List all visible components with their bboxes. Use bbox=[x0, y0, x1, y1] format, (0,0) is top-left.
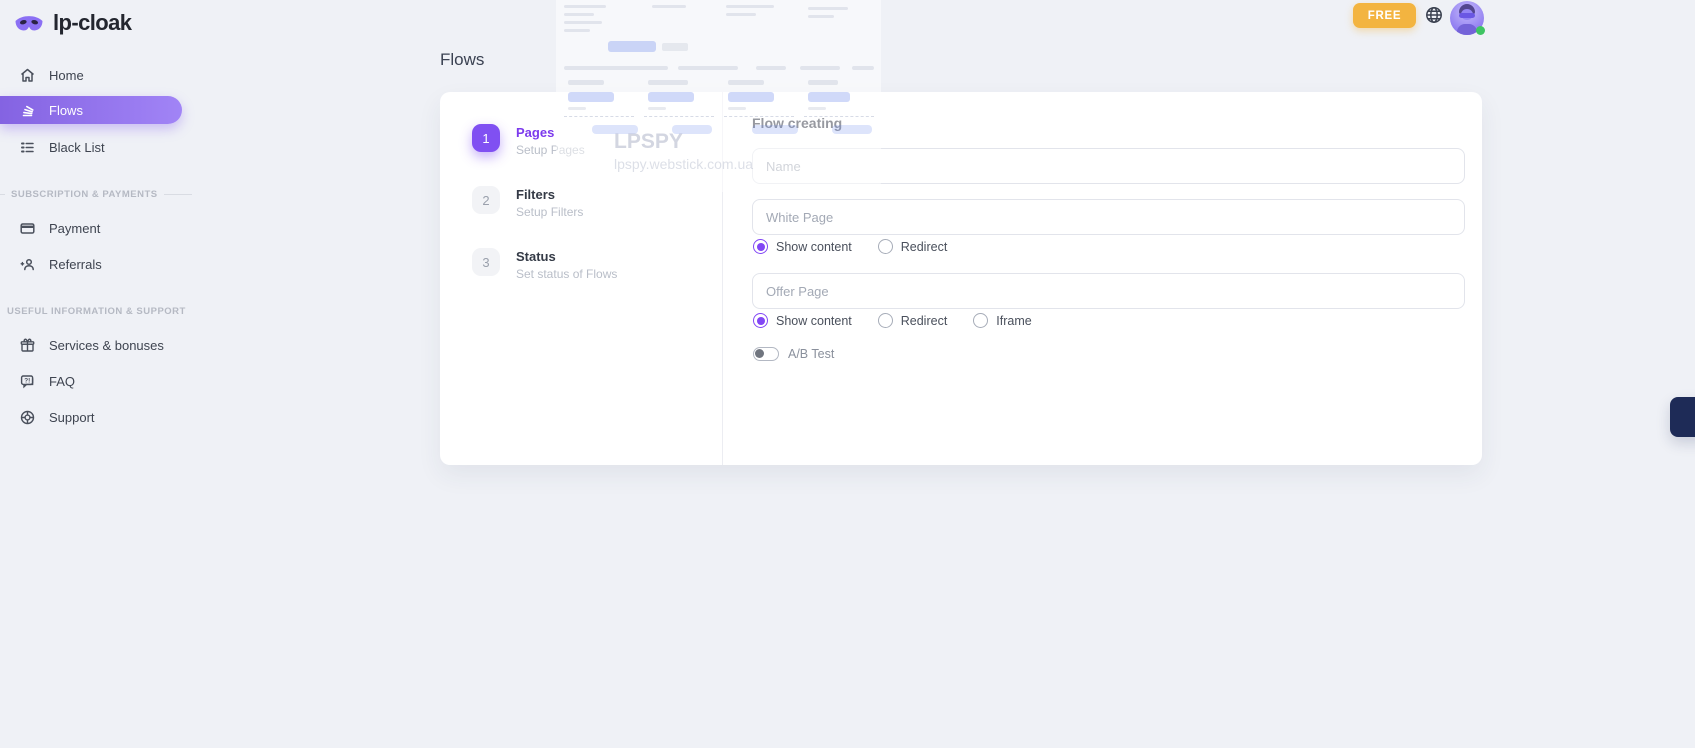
sidebar-item-label: Support bbox=[49, 410, 95, 425]
stepper-step-pages[interactable]: 1 Pages Setup Pages bbox=[472, 124, 585, 157]
page-title: Flows bbox=[440, 50, 484, 70]
step-title: Status bbox=[516, 249, 617, 264]
radio-label: Show content bbox=[776, 240, 852, 254]
brand-logo[interactable]: lp-cloak bbox=[0, 0, 200, 36]
sidebar-item-home[interactable]: Home bbox=[0, 60, 200, 90]
sidebar-section-support: USEFUL INFORMATION & SUPPORT bbox=[0, 306, 200, 317]
plan-badge[interactable]: FREE bbox=[1353, 3, 1416, 28]
flows-icon bbox=[19, 102, 36, 119]
step-number-badge: 2 bbox=[472, 186, 500, 214]
lifebuoy-icon bbox=[19, 409, 36, 426]
svg-text:?!: ?! bbox=[24, 377, 30, 384]
name-input[interactable] bbox=[752, 148, 1465, 184]
sidebar: lp-cloak Home Flows bbox=[0, 0, 200, 748]
stepper-step-filters[interactable]: 2 Filters Setup Filters bbox=[472, 186, 583, 219]
stepper-step-status[interactable]: 3 Status Set status of Flows bbox=[472, 248, 617, 281]
form-title: Flow creating bbox=[752, 115, 842, 131]
radio-icon[interactable] bbox=[753, 313, 768, 328]
faq-icon: ?! bbox=[19, 373, 36, 390]
mask-icon bbox=[14, 14, 44, 33]
offer-page-input[interactable] bbox=[752, 273, 1465, 309]
flow-creation-card: 1 Pages Setup Pages 2 Filters Setup Filt… bbox=[440, 92, 1482, 465]
step-subtitle: Setup Filters bbox=[516, 205, 583, 219]
gift-icon bbox=[19, 337, 36, 354]
sidebar-nav: Home Flows Black List bbox=[0, 60, 200, 432]
ab-test-toggle[interactable] bbox=[753, 347, 779, 361]
radio-label: Iframe bbox=[996, 314, 1031, 328]
sidebar-item-label: Payment bbox=[49, 221, 100, 236]
step-title: Pages bbox=[516, 125, 585, 140]
toggle-knob bbox=[755, 349, 764, 358]
step-subtitle: Setup Pages bbox=[516, 143, 585, 157]
sidebar-item-label: FAQ bbox=[49, 374, 75, 389]
radio-icon[interactable] bbox=[973, 313, 988, 328]
ab-test-toggle-row[interactable]: A/B Test bbox=[753, 347, 834, 361]
white-page-input[interactable] bbox=[752, 199, 1465, 235]
next-step-button[interactable]: Next step bbox=[1670, 397, 1695, 437]
sidebar-item-services-bonuses[interactable]: Services & bonuses bbox=[0, 330, 200, 360]
home-icon bbox=[19, 67, 36, 84]
online-status-dot bbox=[1476, 26, 1485, 35]
ab-test-label: A/B Test bbox=[788, 347, 834, 361]
radio-show-content[interactable]: Show content bbox=[753, 313, 852, 328]
flow-creating-form: Flow creating Show content Redirect Show… bbox=[752, 92, 1467, 465]
radio-icon[interactable] bbox=[878, 239, 893, 254]
step-title: Filters bbox=[516, 187, 583, 202]
blacklist-icon bbox=[19, 139, 36, 156]
radio-icon[interactable] bbox=[753, 239, 768, 254]
credit-card-icon bbox=[19, 220, 36, 237]
radio-show-content[interactable]: Show content bbox=[753, 239, 852, 254]
radio-redirect[interactable]: Redirect bbox=[878, 239, 948, 254]
white-page-mode-radio-group: Show content Redirect bbox=[753, 239, 947, 254]
sidebar-item-black-list[interactable]: Black List bbox=[0, 132, 200, 162]
radio-redirect[interactable]: Redirect bbox=[878, 313, 948, 328]
radio-label: Show content bbox=[776, 314, 852, 328]
step-number-badge: 1 bbox=[472, 124, 500, 152]
step-subtitle: Set status of Flows bbox=[516, 267, 617, 281]
sidebar-item-support[interactable]: Support bbox=[0, 402, 200, 432]
sidebar-item-flows[interactable]: Flows bbox=[0, 96, 182, 124]
referrals-icon bbox=[19, 256, 36, 273]
sidebar-item-referrals[interactable]: Referrals bbox=[0, 249, 200, 279]
avatar[interactable] bbox=[1450, 1, 1484, 35]
section-label: USEFUL INFORMATION & SUPPORT bbox=[7, 306, 186, 317]
offer-page-mode-radio-group: Show content Redirect Iframe bbox=[753, 313, 1032, 328]
sidebar-item-label: Home bbox=[49, 68, 84, 83]
sidebar-item-label: Services & bonuses bbox=[49, 338, 164, 353]
brand-name: lp-cloak bbox=[53, 10, 131, 36]
section-label: SUBSCRIPTION & PAYMENTS bbox=[11, 189, 158, 200]
radio-iframe[interactable]: Iframe bbox=[973, 313, 1031, 328]
globe-icon[interactable] bbox=[1424, 5, 1444, 25]
radio-label: Redirect bbox=[901, 240, 948, 254]
step-number-badge: 3 bbox=[472, 248, 500, 276]
card-divider bbox=[722, 92, 723, 465]
sidebar-item-label: Black List bbox=[49, 140, 105, 155]
sidebar-item-faq[interactable]: ?! FAQ bbox=[0, 366, 200, 396]
radio-label: Redirect bbox=[901, 314, 948, 328]
sidebar-item-label: Flows bbox=[49, 103, 83, 118]
radio-icon[interactable] bbox=[878, 313, 893, 328]
sidebar-section-subscription: SUBSCRIPTION & PAYMENTS bbox=[0, 189, 200, 200]
sidebar-item-label: Referrals bbox=[49, 257, 102, 272]
sidebar-item-payment[interactable]: Payment bbox=[0, 213, 200, 243]
